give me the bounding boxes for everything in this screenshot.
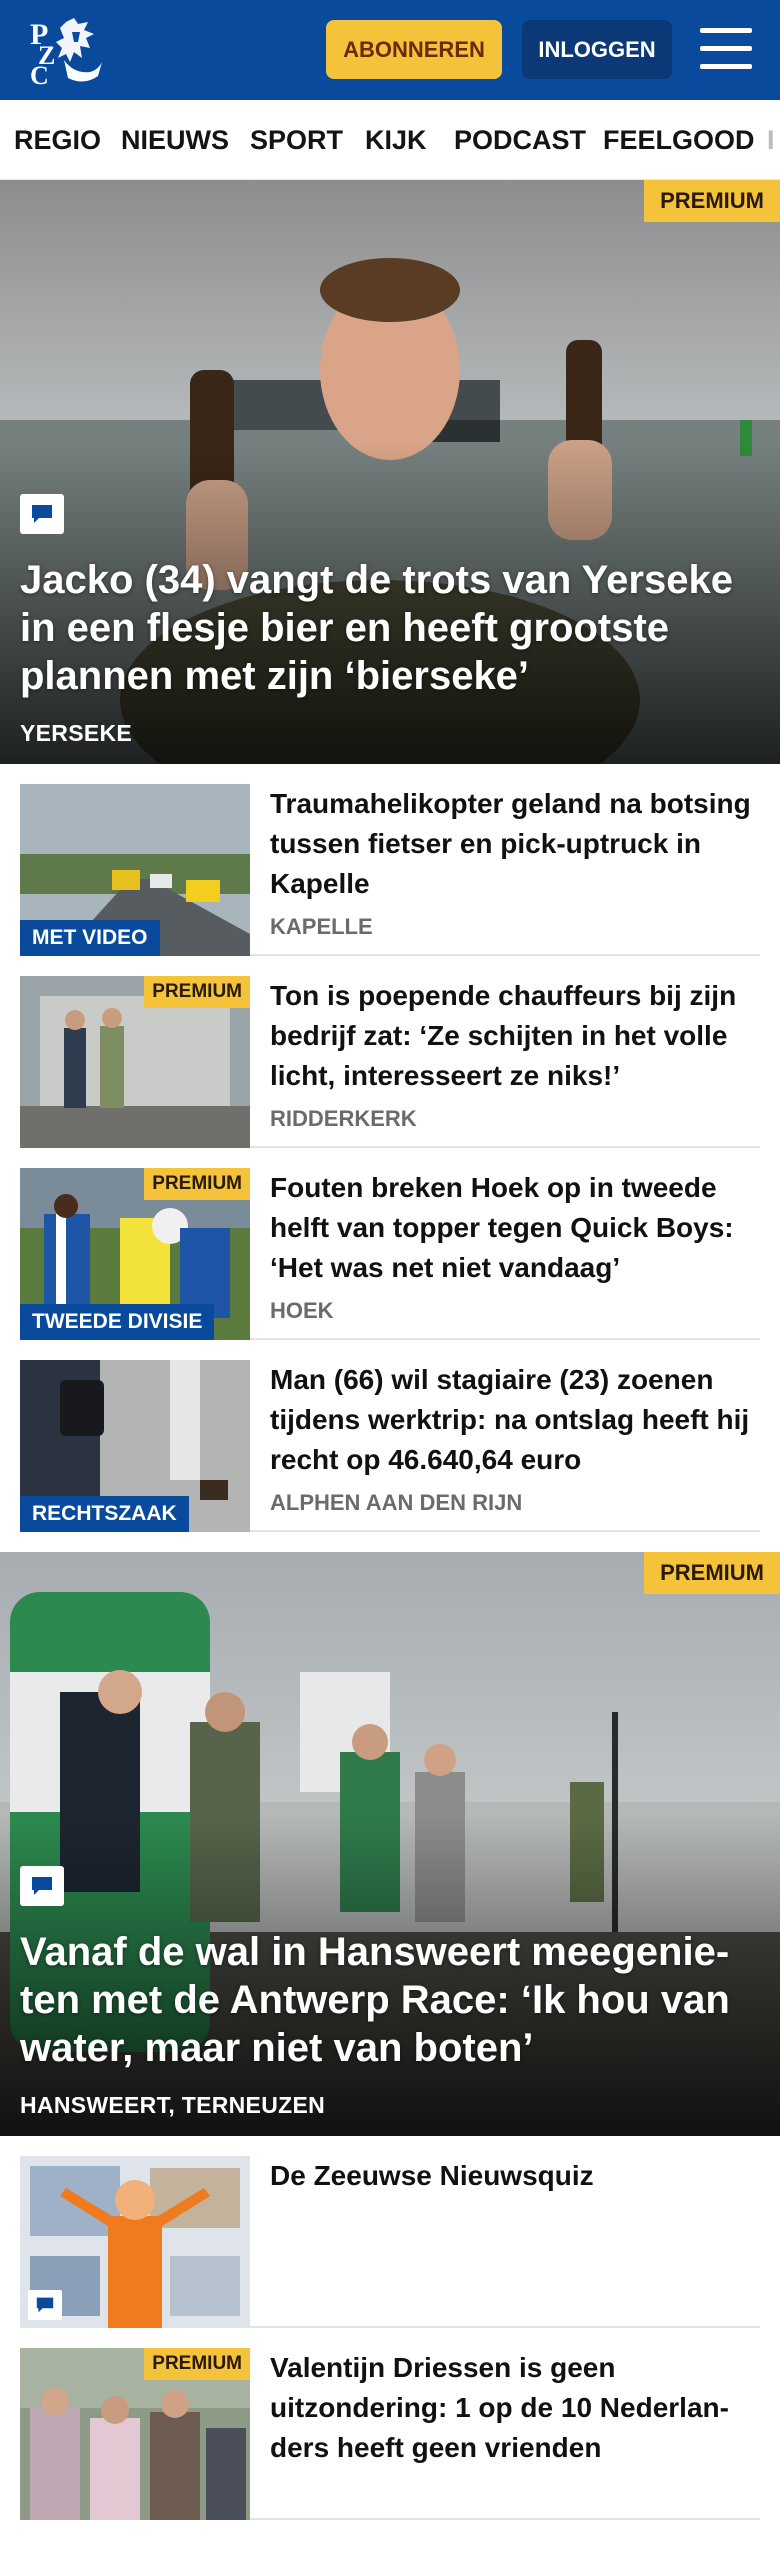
- nav-item-sport[interactable]: SPORT: [250, 100, 343, 179]
- category-label: TWEEDE DIVISIE: [20, 1304, 215, 1340]
- list-item[interactable]: PREMIUM Valentijn Driessen is geen uitzo…: [20, 2348, 760, 2520]
- nav-item-nieuws[interactable]: NIEUWS: [121, 100, 229, 179]
- list-item[interactable]: PREMIUM TWEEDE DIVISIE Fouten breken Hoe…: [20, 1168, 760, 1340]
- nav-item-feelgood[interactable]: FEELGOOD: [603, 100, 755, 179]
- article-thumbnail: PREMIUM TWEEDE DIVISIE: [20, 1168, 250, 1340]
- article-title[interactable]: De Zeeuwse Nieuwsquiz: [270, 2156, 760, 2196]
- hero-article-hansweert[interactable]: PREMIUM Vanaf de wal in Hansweert meegen…: [0, 1552, 780, 2136]
- article-title[interactable]: Fouten breken Hoek op in tweede helft va…: [270, 1168, 760, 1288]
- list-item[interactable]: MET VIDEO Traumahelikopter geland na bot…: [20, 784, 760, 956]
- premium-badge: PREMIUM: [644, 180, 780, 222]
- list-item[interactable]: RECHTSZAAK Man (66) wil stagiaire (23) z…: [20, 1360, 760, 1532]
- article-location: KAPELLE: [270, 914, 373, 939]
- category-label: RECHTSZAAK: [20, 1496, 189, 1532]
- premium-badge: PREMIUM: [144, 1168, 250, 1200]
- video-label: MET VIDEO: [20, 920, 160, 956]
- section-nav: REGIO NIEUWS SPORT KIJK PODCAST FEELGOOD…: [0, 100, 780, 180]
- nav-item-kijk[interactable]: KIJK: [365, 100, 427, 179]
- hero-title[interactable]: Vanaf de wal in Hansweert meegenie- ten …: [20, 1928, 760, 2072]
- comment-icon: [20, 1866, 64, 1906]
- article-thumbnail: PREMIUM: [20, 976, 250, 1148]
- article-thumbnail: [20, 2156, 250, 2328]
- comment-icon: [20, 494, 64, 534]
- article-location: ALPHEN AAN DEN RIJN: [270, 1490, 523, 1515]
- nav-item-regio[interactable]: REGIO: [14, 100, 101, 179]
- pzc-logo[interactable]: P Z C: [28, 14, 112, 90]
- premium-badge: PREMIUM: [144, 2348, 250, 2380]
- article-location: HOEK: [270, 1298, 334, 1323]
- article-thumbnail: MET VIDEO: [20, 784, 250, 956]
- nav-item-overflow[interactable]: I: [767, 100, 775, 179]
- hero-location: YERSEKE: [20, 720, 133, 746]
- article-title[interactable]: Traumahelikopter geland na botsing tusse…: [270, 784, 760, 904]
- subscribe-button[interactable]: ABONNEREN: [326, 20, 502, 79]
- login-button[interactable]: INLOGGEN: [522, 20, 672, 79]
- article-thumbnail: RECHTSZAAK: [20, 1360, 250, 1532]
- list-item[interactable]: PREMIUM Ton is poepende chauffeurs bij z…: [20, 976, 760, 1148]
- comment-icon: [28, 2290, 62, 2320]
- hero-title[interactable]: Jacko (34) vangt de trots van Yerseke in…: [20, 556, 760, 700]
- article-title[interactable]: Ton is poepende chauffeurs bij zijn bedr…: [270, 976, 760, 1096]
- hamburger-menu-icon[interactable]: [700, 26, 752, 72]
- article-location: RIDDERKERK: [270, 1106, 417, 1131]
- nav-item-podcast[interactable]: PODCAST: [454, 100, 586, 179]
- hero-article-jacko[interactable]: PREMIUM Jacko (34) vangt de trots van Ye…: [0, 180, 780, 764]
- article-title[interactable]: Valentijn Driessen is geen uitzondering:…: [270, 2348, 760, 2468]
- premium-badge: PREMIUM: [644, 1552, 780, 1594]
- premium-badge: PREMIUM: [144, 976, 250, 1008]
- top-bar: P Z C ABONNEREN INLOGGEN: [0, 0, 780, 100]
- hero-location: HANSWEERT, TERNEUZEN: [20, 2092, 326, 2118]
- article-thumbnail: PREMIUM: [20, 2348, 250, 2520]
- svg-text:C: C: [30, 61, 49, 86]
- article-title[interactable]: Man (66) wil stagiaire (23) zoenen tijde…: [270, 1360, 760, 1480]
- list-item[interactable]: De Zeeuwse Nieuwsquiz: [20, 2156, 760, 2328]
